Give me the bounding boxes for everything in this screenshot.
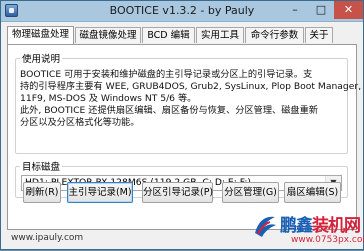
pbr-button[interactable]: 分区引导记录(P) xyxy=(142,182,213,203)
refresh-button[interactable]: 刷新(R) xyxy=(23,182,61,203)
tab-disk-image[interactable]: 磁盘镜像处理 xyxy=(75,27,141,43)
usage-group: 使用说明 BOOTICE 可用于安装和维护磁盘的主引导记录或分区上的引导记录。支… xyxy=(15,51,362,154)
usage-title: 使用说明 xyxy=(20,51,63,65)
partition-manage-button[interactable]: 分区管理(G) xyxy=(222,182,279,203)
minimize-button[interactable]: – xyxy=(282,1,308,19)
close-button[interactable]: ✕ xyxy=(334,1,363,19)
title-bar[interactable]: BOOTICE v1.3.2 - by Pauly – □ ✕ xyxy=(1,1,363,22)
tab-utilities[interactable]: 实用工具 xyxy=(196,27,244,43)
usage-line: 分区以及分区格式化等功能。 xyxy=(20,117,140,128)
target-disk-title: 目标磁盘 xyxy=(20,159,63,173)
usage-line: BOOTICE 可用于安装和维护磁盘的主引导记录或分区上的引导记录。支 xyxy=(20,69,313,80)
tab-cmdline[interactable]: 命令行参数 xyxy=(245,27,304,43)
footer-url[interactable]: www.ipauly.com xyxy=(11,233,83,243)
bootice-window: BOOTICE v1.3.2 - by Pauly – □ ✕ 物理磁盘处理 磁… xyxy=(0,0,364,250)
tab-about[interactable]: 关于 xyxy=(305,27,333,43)
usage-line: 此外, BOOTICE 还提供扇区编辑、扇区备份与恢复、分区管理、磁盘重新 xyxy=(20,105,318,116)
sector-edit-button[interactable]: 扇区编辑(S) xyxy=(284,182,341,203)
usage-line: 11F9, MS-DOS 及 Windows NT 5/6 等。 xyxy=(20,93,197,104)
watermark-url: www.0753px.com xyxy=(291,235,364,245)
tab-bcd-edit[interactable]: BCD 编辑 xyxy=(142,27,195,43)
mbr-button[interactable]: 主引导记录(M) xyxy=(67,182,133,203)
watermark-name-part1: 鹏鑫 xyxy=(280,216,313,236)
usage-line: 持的引导程序主要有 WEE, GRUB4DOS, Grub2, SysLinux… xyxy=(20,81,362,92)
watermark-logo-icon xyxy=(255,216,276,237)
tab-physical-disk[interactable]: 物理磁盘处理 xyxy=(7,26,74,44)
maximize-button[interactable]: □ xyxy=(308,1,334,19)
watermark-name: 鹏鑫装机网 xyxy=(280,211,361,236)
usage-description: BOOTICE 可用于安装和维护磁盘的主引导记录或分区上的引导记录。支 持的引导… xyxy=(20,69,362,129)
watermark-name-part2: 装机网 xyxy=(312,216,361,236)
watermark: 鹏鑫装机网 www.0753px.com xyxy=(252,211,364,251)
